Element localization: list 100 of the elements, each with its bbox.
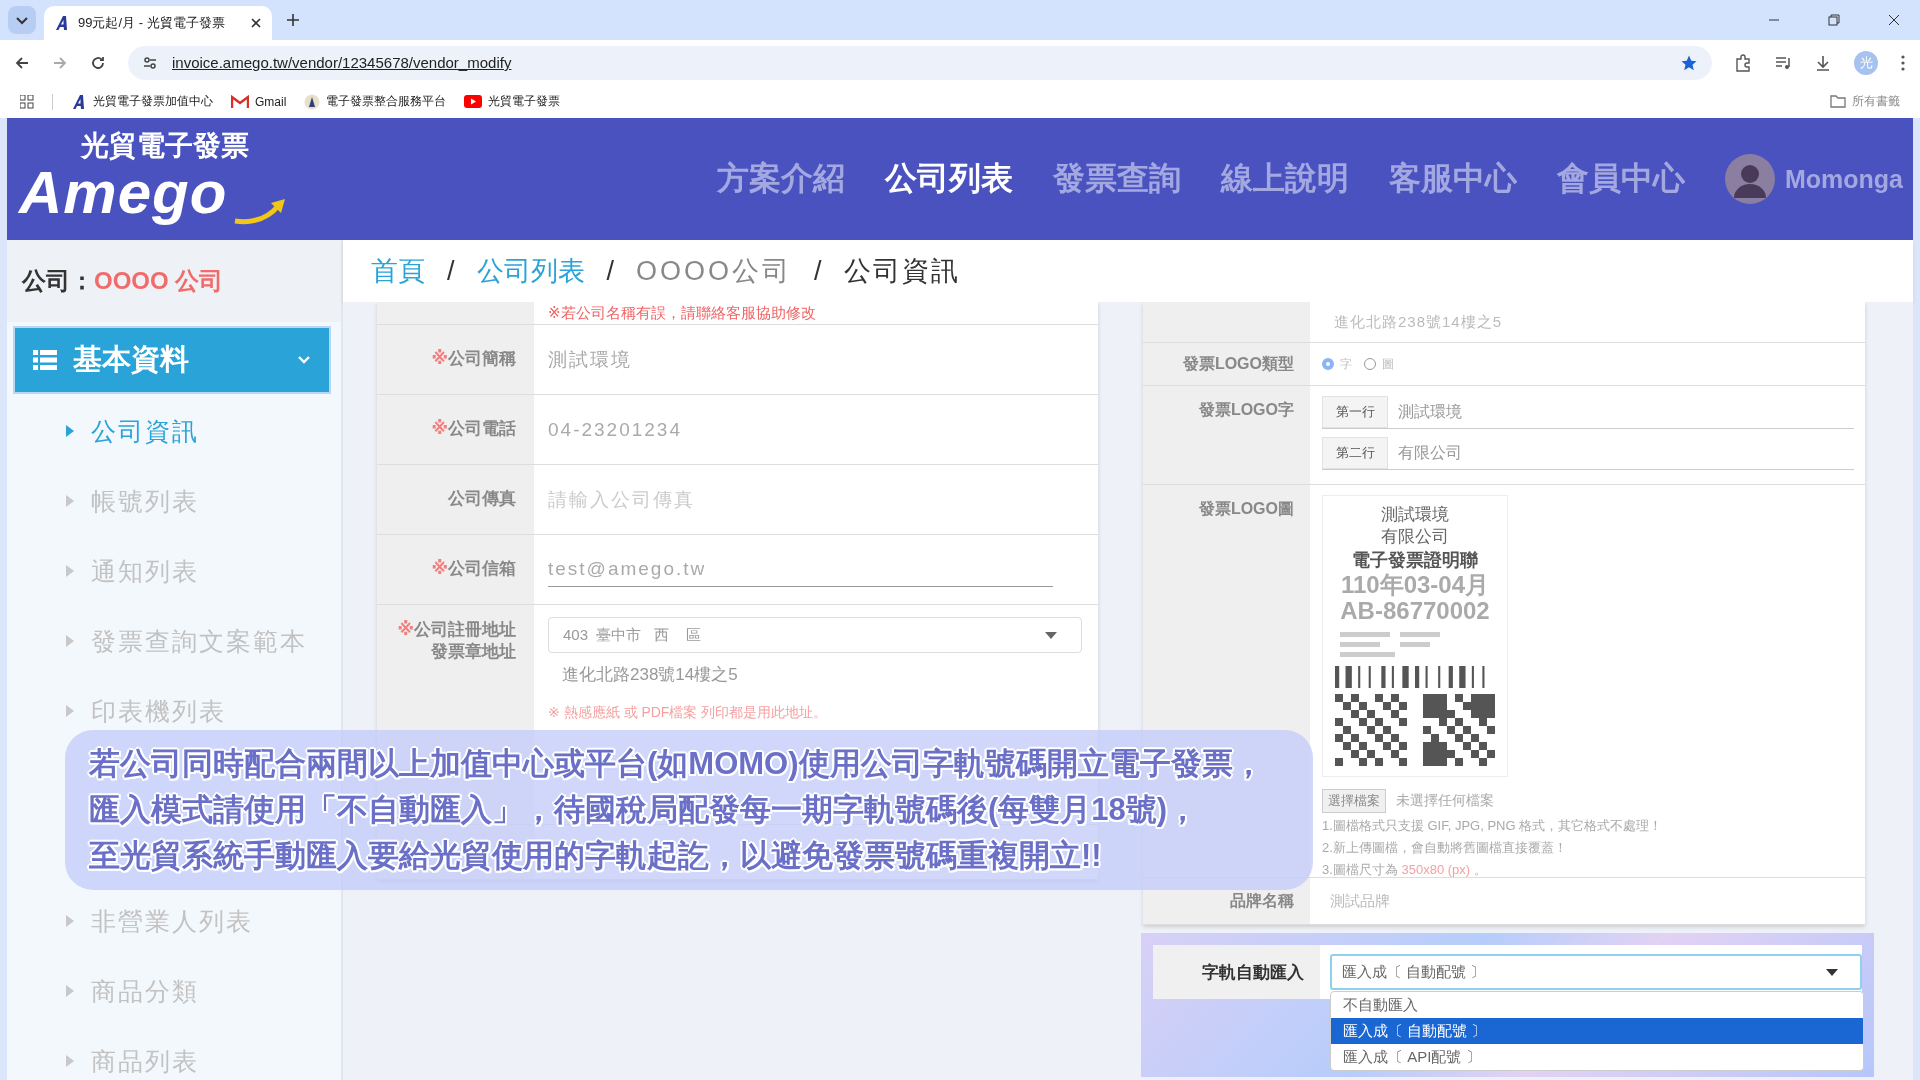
tip-text: 匯入模式請使用「不自動匯入」，待國稅局配發每一期字軌號碼後(每雙月18號)， [89,791,1200,829]
hint-text: ※ 熱感應紙 或 PDF檔案 列印都是用此地址。 [548,704,828,722]
field-label: 字軌自動匯入 [1202,961,1304,984]
dropdown-option[interactable]: 不自動匯入 [1331,992,1863,1018]
field-label: ※公司電話 [431,418,516,441]
sidebar-item[interactable]: 帳號列表 [7,486,341,516]
notice-text: ※若公司名稱有誤，請聯絡客服協助修改 [548,306,816,320]
triangle-icon [65,494,75,508]
note-text: 3.圖檔尺寸為 350x80 (px) 。 [1322,861,1487,879]
logo[interactable]: 光貿電子發票 Amego [15,123,295,235]
district-select[interactable]: 403 臺中市 西 區 [548,617,1082,653]
tab-list-icon[interactable] [8,6,36,34]
radio-option[interactable]: 字 [1322,355,1352,373]
nav-link[interactable]: 公司列表 [884,157,1013,201]
nav-link[interactable]: 會員中心 [1556,157,1685,201]
envelope-icon [231,94,249,109]
new-tab-icon[interactable] [286,13,300,27]
nav-link[interactable]: 方案介紹 [716,157,845,201]
bookmark[interactable]: 光貿電子發票 [464,93,561,110]
reload-icon[interactable] [90,54,106,71]
breadcrumb-separator: / [814,255,822,287]
address-bar[interactable]: invoice.amego.tw/vendor/12345678/vendor_modify [128,45,1712,80]
close-icon[interactable] [1888,14,1900,26]
all-bookmarks-folder[interactable]: 所有書籤 [1830,93,1900,110]
crumb-label: OOOO公司 [636,255,793,288]
nav-link[interactable]: 發票查詢 [1052,157,1181,201]
triangle-icon [65,984,75,998]
preview-text: 測試環境 [1381,504,1449,526]
brand-text: 測試品牌 [1329,891,1390,911]
preview-text: 有限公司 [1381,526,1449,548]
qr-code-drawing [1335,694,1407,766]
nav-link[interactable]: 線上說明 [1220,157,1349,201]
profile-avatar[interactable]: 光 [1854,50,1878,75]
radio-option[interactable]: 圖 [1364,355,1394,373]
caret-icon [1045,631,1057,639]
user-name[interactable]: Momonga [1784,164,1903,194]
sidebar-item[interactable]: 印表機列表 [7,696,341,726]
tip-text: 至光貿系統手動匯入要給光貿使用的字軌起訖，以避免發票號碼重複開立!! [89,837,1103,875]
preview-period: 110年03-04月 [1340,572,1490,598]
section-header[interactable]: 基本資料 [13,326,331,394]
preview-title: 電子發票證明聯 [1352,549,1478,572]
address-text: 進化北路238號14樓之5 [1333,312,1503,332]
radio-button[interactable] [1322,358,1334,370]
field-label: ※公司註冊地址 發票章地址 [397,619,516,664]
puzzle-icon[interactable] [1734,53,1752,72]
sidebar-item[interactable]: 公司資訊 [7,416,341,446]
breadcrumb-separator: / [606,255,615,287]
apps-grid-icon[interactable] [20,94,34,109]
bookmark[interactable]: Gmail [231,94,287,109]
sidebar-item[interactable]: 發票查詢文案範本 [7,626,341,656]
close-icon[interactable] [250,17,262,29]
breadcrumb-separator: / [447,255,455,287]
download-icon[interactable] [1814,53,1832,72]
seal-icon [304,93,321,110]
triangle-icon [65,424,75,438]
choose-file-button[interactable]: 選擇檔案 [1322,789,1386,813]
field-label: 發票LOGO圖 [1198,499,1294,519]
dropdown-option[interactable]: 匯入成〔 API配號 〕 [1331,1044,1863,1070]
street-text: 進化北路238號14樓之5 [561,664,738,686]
input-addon: 第一行 [1322,396,1388,428]
field-label: ※公司信箱 [431,558,516,581]
restore-icon[interactable] [1828,14,1840,26]
crumb-label: 公司資訊 [843,255,960,288]
file-status: 未選擇任何檔案 [1396,792,1494,810]
browser-tab[interactable]: 99元起/月 - 光貿電子發票 [44,6,272,40]
triangle-icon [65,914,75,928]
sidebar-item[interactable]: 通知列表 [7,556,341,586]
url-text[interactable]: invoice.amego.tw/vendor/12345678/vendor_modify [172,54,512,71]
avatar-icon[interactable] [1724,154,1775,204]
back-icon[interactable] [14,54,30,71]
list-icon [33,350,57,370]
field-label: 發票LOGO類型 [1182,353,1294,374]
breadcrumb-link[interactable]: 公司列表 [476,253,585,289]
input-addon: 第二行 [1322,437,1388,469]
bookmark[interactable]: 光貿電子發票加值中心 [71,93,213,110]
sidebar-item[interactable]: 商品分類 [7,976,341,1006]
triangle-icon [65,704,75,718]
more-icon[interactable] [1900,53,1906,72]
letter-a-icon [54,15,70,31]
folder-icon [1830,95,1846,108]
caret-icon [1826,968,1838,976]
field-label: 發票LOGO字 [1198,400,1294,420]
preview-number: AB-86770002 [1340,598,1490,624]
sidebar-item[interactable]: 商品列表 [7,1046,341,1076]
sidebar-item[interactable]: 非營業人列表 [7,906,341,936]
tip-text: 若公司同時配合兩間以上加值中心或平台(如MOMO)使用公司字軌號碼開立電子發票， [89,745,1265,783]
company-title: 公司：OOOO 公司 [7,240,341,322]
import-select[interactable]: 匯入成〔 自動配號 〕 [1330,954,1862,990]
field-label: 品牌名稱 [1230,890,1294,911]
triangle-icon [65,1054,75,1068]
note-text: 1.圖檔格式只支援 GIF, JPG, PNG 格式，其它格式不處理！ [1322,817,1663,835]
play-icon [464,95,483,108]
bookmark[interactable]: 電子發票整合服務平台 [304,93,447,110]
dropdown-option[interactable]: 匯入成〔 自動配號 〕 [1331,1018,1863,1044]
field-label: ※公司簡稱 [431,348,516,371]
nav-link[interactable]: 客服中心 [1388,157,1517,201]
site-settings-icon[interactable] [142,54,158,71]
breadcrumb-link[interactable]: 首頁 [371,253,425,289]
triangle-icon [65,634,75,648]
triangle-icon [65,564,75,578]
